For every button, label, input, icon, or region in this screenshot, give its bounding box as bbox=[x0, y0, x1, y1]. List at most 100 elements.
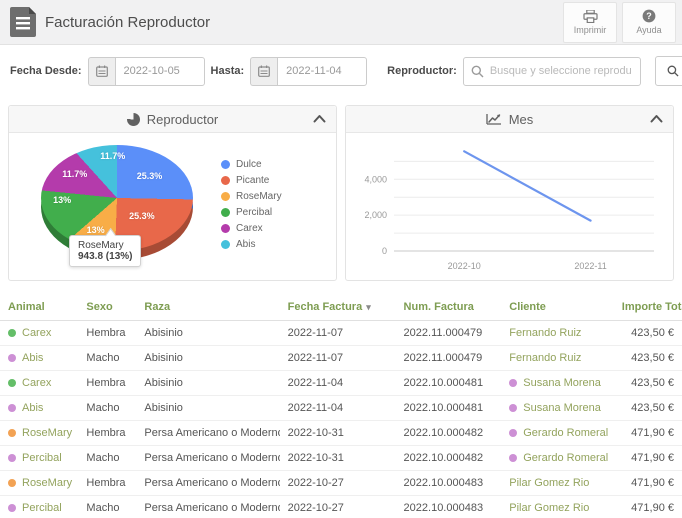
reproductor-search-input[interactable] bbox=[462, 56, 641, 86]
cliente-link[interactable]: Susana Morena bbox=[523, 402, 601, 414]
num-factura-cell: 2022.11.000479 bbox=[395, 320, 502, 346]
animal-cell: RoseMary bbox=[0, 470, 79, 496]
animal-link[interactable]: Percibal bbox=[22, 502, 62, 514]
legend-item-rosemary[interactable]: RoseMary bbox=[221, 191, 282, 202]
cliente-link[interactable]: Fernando Ruiz bbox=[509, 327, 581, 339]
col-header-animal[interactable]: Animal bbox=[0, 293, 79, 321]
animal-link[interactable]: RoseMary bbox=[22, 477, 72, 489]
col-header-importe-total[interactable]: Importe Total bbox=[613, 293, 682, 321]
animal-cell: Abis bbox=[0, 395, 79, 421]
cliente-cell: Fernando Ruiz bbox=[501, 345, 614, 371]
col-header-fecha-factura[interactable]: Fecha Factura ▾ bbox=[279, 293, 396, 321]
animal-link[interactable]: Percibal bbox=[22, 452, 62, 464]
imprimir-button[interactable]: Imprimir bbox=[563, 1, 617, 43]
hasta-label: Hasta: bbox=[210, 65, 245, 77]
legend-item-percibal[interactable]: Percibal bbox=[221, 207, 282, 218]
animal-color-dot bbox=[8, 504, 16, 512]
legend-item-dulce[interactable]: Dulce bbox=[221, 159, 282, 170]
fecha-factura-cell: 2022-10-27 bbox=[279, 470, 396, 496]
pie-chart-icon bbox=[126, 112, 140, 126]
calendar-icon bbox=[258, 65, 271, 77]
raza-cell: Abisinio bbox=[136, 345, 280, 371]
raza-cell: Persa Americano o Moderno bbox=[136, 445, 280, 471]
table-row: RoseMary Hembra Persa Americano o Modern… bbox=[0, 470, 682, 496]
animal-link[interactable]: Abis bbox=[22, 352, 43, 364]
importe-total-cell: 471,90 € bbox=[613, 495, 682, 518]
collapse-chevron-icon[interactable] bbox=[313, 114, 326, 123]
fecha-factura-cell: 2022-11-07 bbox=[279, 345, 396, 371]
legend-dot bbox=[221, 192, 230, 201]
animal-cell: Carex bbox=[0, 370, 79, 396]
table-row: Abis Macho Abisinio 2022-11-04 2022.10.0… bbox=[0, 395, 682, 421]
fecha-factura-cell: 2022-11-04 bbox=[279, 395, 396, 421]
reproductor-search-group bbox=[462, 56, 641, 86]
buscar-button[interactable]: Buscar bbox=[654, 56, 682, 86]
x-axis-tick: 2022-11 bbox=[574, 261, 606, 271]
sexo-cell: Hembra bbox=[78, 470, 137, 496]
reproductor-panel-title: Reproductor bbox=[146, 111, 219, 127]
animal-cell: Percibal bbox=[0, 445, 79, 471]
legend-dot bbox=[221, 208, 230, 217]
cliente-cell: Pilar Gomez Rio bbox=[501, 470, 614, 496]
table-row: Percibal Macho Persa Americano o Moderno… bbox=[0, 495, 682, 518]
col-header-num-factura[interactable]: Num. Factura bbox=[395, 293, 502, 321]
tooltip-series-name: RoseMary bbox=[78, 240, 124, 251]
search-icon bbox=[471, 65, 484, 77]
line-chart[interactable]: 0 2,000 4,000 2022-10 2022-11 bbox=[350, 137, 670, 277]
fecha-desde-input[interactable] bbox=[114, 56, 205, 86]
num-factura-cell: 2022.10.000483 bbox=[395, 495, 502, 518]
svg-text:?: ? bbox=[646, 11, 652, 21]
col-header-raza[interactable]: Raza bbox=[136, 293, 280, 321]
search-icon bbox=[667, 65, 679, 77]
cliente-link[interactable]: Pilar Gomez Rio bbox=[509, 502, 589, 514]
legend-item-abis[interactable]: Abis bbox=[221, 239, 282, 250]
document-icon bbox=[10, 7, 36, 37]
cliente-cell: Fernando Ruiz bbox=[501, 320, 614, 346]
animal-color-dot bbox=[8, 354, 16, 362]
app-header: Facturación Reproductor Imprimir ? Ayuda bbox=[0, 0, 682, 45]
raza-cell: Abisinio bbox=[136, 320, 280, 346]
cliente-link[interactable]: Gerardo Romeral bbox=[523, 427, 608, 439]
x-axis-tick: 2022-10 bbox=[448, 261, 481, 271]
printer-icon bbox=[582, 9, 598, 23]
legend-dot bbox=[221, 240, 230, 249]
animal-link[interactable]: Carex bbox=[22, 377, 51, 389]
page-title: Facturación Reproductor bbox=[45, 13, 211, 31]
importe-total-cell: 423,50 € bbox=[613, 370, 682, 396]
raza-cell: Abisinio bbox=[136, 395, 280, 421]
line-chart-area[interactable]: 0 2,000 4,000 2022-10 2022-11 bbox=[346, 133, 673, 281]
legend-item-carex[interactable]: Carex bbox=[221, 223, 282, 234]
fecha-factura-cell: 2022-11-04 bbox=[279, 370, 396, 396]
collapse-chevron-icon[interactable] bbox=[650, 114, 663, 123]
cliente-link[interactable]: Susana Morena bbox=[523, 377, 601, 389]
animal-cell: Carex bbox=[0, 320, 79, 346]
col-header-sexo[interactable]: Sexo bbox=[78, 293, 137, 321]
hasta-input[interactable] bbox=[277, 56, 368, 86]
animal-cell: RoseMary bbox=[0, 420, 79, 446]
animal-link[interactable]: Carex bbox=[22, 327, 51, 339]
y-axis-tick: 2,000 bbox=[364, 210, 387, 220]
legend-label: Carex bbox=[236, 223, 263, 234]
pie-slice-label: 11.7% bbox=[100, 150, 126, 161]
col-header-cliente[interactable]: Cliente bbox=[501, 293, 614, 321]
cliente-cell: Susana Morena bbox=[501, 370, 614, 396]
header-actions: Imprimir ? Ayuda bbox=[563, 1, 676, 43]
hasta-calendar-addon[interactable] bbox=[250, 56, 278, 86]
cliente-color-dot bbox=[509, 429, 518, 437]
cliente-link[interactable]: Pilar Gomez Rio bbox=[509, 477, 589, 489]
cliente-link[interactable]: Fernando Ruiz bbox=[509, 352, 581, 364]
legend-item-picante[interactable]: Picante bbox=[221, 175, 282, 186]
fecha-desde-calendar-addon[interactable] bbox=[87, 56, 115, 86]
raza-cell: Persa Americano o Moderno bbox=[136, 495, 280, 518]
animal-link[interactable]: RoseMary bbox=[22, 427, 72, 439]
fecha-factura-cell: 2022-11-07 bbox=[279, 320, 396, 346]
table-row: Carex Hembra Abisinio 2022-11-04 2022.10… bbox=[0, 370, 682, 396]
cliente-link[interactable]: Gerardo Romeral bbox=[523, 452, 608, 464]
ayuda-button[interactable]: ? Ayuda bbox=[622, 1, 676, 43]
table-row: Carex Hembra Abisinio 2022-11-07 2022.11… bbox=[0, 320, 682, 346]
raza-cell: Abisinio bbox=[136, 370, 280, 396]
animal-color-dot bbox=[8, 379, 16, 387]
line-chart-icon bbox=[486, 114, 501, 125]
animal-link[interactable]: Abis bbox=[22, 402, 43, 414]
pie-legend: Dulce Picante RoseMary Percibal Carex Abis bbox=[221, 159, 282, 255]
